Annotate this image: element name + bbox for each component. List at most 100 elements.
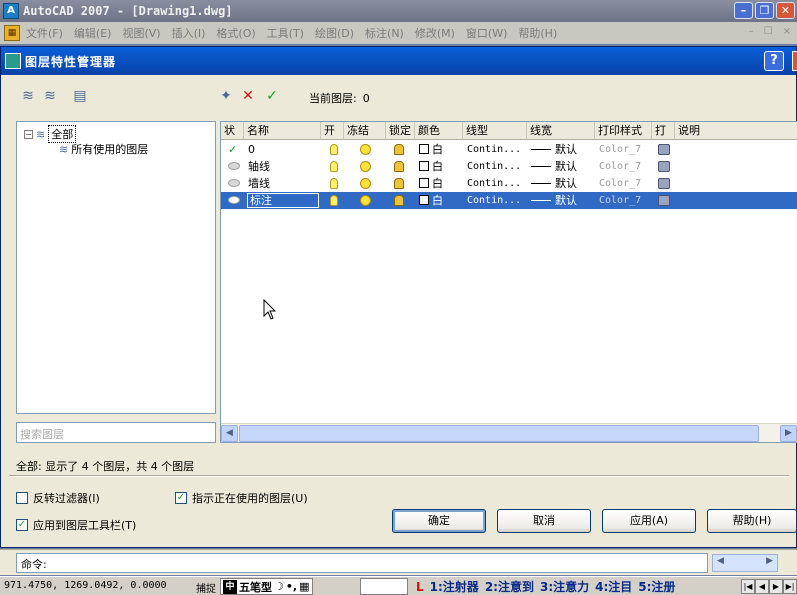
layer-list[interactable]: 状 名称 开 冻结 锁定 颜色 线型 线宽 打印样式 打 说明 ✓ 0 白 Co… bbox=[220, 121, 797, 443]
unlock-icon[interactable] bbox=[394, 195, 404, 206]
checkbox-checked-icon[interactable]: ✓ bbox=[16, 519, 28, 531]
lightbulb-on-icon[interactable] bbox=[330, 161, 338, 172]
dialog-close-button[interactable] bbox=[792, 51, 797, 71]
lightbulb-on-icon[interactable] bbox=[330, 178, 338, 189]
layer-name[interactable]: 轴线 bbox=[245, 158, 270, 175]
col-on[interactable]: 开 bbox=[321, 122, 344, 140]
col-plot-style[interactable]: 打印样式 bbox=[595, 122, 652, 140]
menu-insert[interactable]: 插入(I) bbox=[172, 25, 206, 41]
col-name[interactable]: 名称 bbox=[244, 122, 321, 140]
tree-node-used-layers[interactable]: ≋ 所有使用的图层 bbox=[59, 141, 148, 157]
layer-states-manager-icon[interactable]: ▤ bbox=[71, 87, 89, 105]
menu-view[interactable]: 视图(V) bbox=[122, 25, 160, 41]
layer-name-edit-input[interactable]: 标注 bbox=[247, 193, 319, 208]
help-button[interactable]: 帮助(H) bbox=[707, 509, 797, 533]
doc-restore-button[interactable]: ☐ bbox=[764, 26, 773, 37]
checkbox-checked-icon[interactable]: ✓ bbox=[175, 492, 187, 504]
col-linetype[interactable]: 线型 bbox=[463, 122, 527, 140]
ime-switch-icon[interactable]: 中 bbox=[223, 579, 237, 594]
command-scroll[interactable]: ◀ ▶ bbox=[712, 554, 778, 572]
tree-collapse-icon[interactable]: − bbox=[24, 129, 33, 139]
layer-lineweight-cell[interactable]: 默认 bbox=[528, 175, 577, 192]
close-button[interactable]: ✕ bbox=[776, 2, 795, 19]
layer-linetype[interactable]: Contin... bbox=[464, 158, 521, 175]
filter-tree-panel[interactable]: − ≋ 全部 ≋ 所有使用的图层 bbox=[16, 121, 216, 414]
ime-moon-icon[interactable]: ☽ bbox=[274, 580, 284, 593]
layer-row-selected[interactable]: 标注 白 Contin... 默认 Color_7 bbox=[221, 192, 797, 209]
col-lock[interactable]: 锁定 bbox=[386, 122, 415, 140]
col-status[interactable]: 状 bbox=[221, 122, 244, 140]
layer-name[interactable]: 0 bbox=[245, 141, 255, 158]
lightbulb-on-icon[interactable] bbox=[330, 144, 338, 155]
menu-draw[interactable]: 绘图(D) bbox=[315, 25, 354, 41]
indicate-used-checkbox[interactable]: ✓ 指示正在使用的图层(U) bbox=[175, 490, 308, 506]
menu-edit[interactable]: 编辑(E) bbox=[74, 25, 112, 41]
col-lineweight[interactable]: 线宽 bbox=[527, 122, 595, 140]
dialog-help-button[interactable]: ? bbox=[764, 51, 784, 71]
scroll-left-button[interactable]: ◀ bbox=[221, 425, 238, 442]
ime-candidate[interactable]: 2:注意到 bbox=[485, 578, 534, 595]
menu-window[interactable]: 窗口(W) bbox=[466, 25, 507, 41]
menu-format[interactable]: 格式(O) bbox=[216, 25, 255, 41]
set-current-icon[interactable]: ✓ bbox=[263, 87, 281, 105]
menu-modify[interactable]: 修改(M) bbox=[415, 25, 455, 41]
layer-row[interactable]: 墙线 白 Contin... 默认 Color_7 bbox=[221, 175, 797, 192]
menu-file[interactable]: 文件(F) bbox=[26, 25, 63, 41]
scroll-right-button[interactable]: ▶ bbox=[780, 425, 797, 442]
layer-linetype[interactable]: Contin... bbox=[464, 141, 521, 158]
layer-linetype[interactable]: Contin... bbox=[464, 192, 521, 209]
layer-search-input[interactable]: 搜索图层 bbox=[16, 422, 216, 443]
col-color[interactable]: 颜色 bbox=[415, 122, 463, 140]
command-input[interactable]: 命令: bbox=[16, 553, 708, 573]
nav-last-icon[interactable]: ▶| bbox=[783, 579, 797, 594]
minimize-button[interactable]: – bbox=[734, 2, 753, 19]
layer-lineweight-cell[interactable]: 默认 bbox=[528, 158, 577, 175]
printer-icon[interactable] bbox=[658, 161, 670, 172]
command-scroll-right-icon[interactable]: ▶ bbox=[766, 556, 773, 566]
ime-toolbar[interactable]: 中 五笔型 ☽ •, ▦ bbox=[220, 578, 313, 595]
doc-close-button[interactable]: × bbox=[783, 26, 791, 37]
layer-name[interactable]: 墙线 bbox=[245, 175, 270, 192]
delete-layer-icon[interactable]: ✕ bbox=[239, 87, 257, 105]
col-description[interactable]: 说明 bbox=[675, 122, 797, 140]
layer-row[interactable]: ✓ 0 白 Contin... 默认 Color_7 bbox=[221, 141, 797, 158]
layer-row[interactable]: 轴线 白 Contin... 默认 Color_7 bbox=[221, 158, 797, 175]
col-plot[interactable]: 打 bbox=[652, 122, 675, 140]
lightbulb-on-icon[interactable] bbox=[330, 195, 338, 206]
nav-first-icon[interactable]: |◀ bbox=[741, 579, 755, 594]
menu-help[interactable]: 帮助(H) bbox=[518, 25, 557, 41]
restore-button[interactable]: ❐ bbox=[755, 2, 774, 19]
printer-icon[interactable] bbox=[658, 195, 670, 206]
layer-color-cell[interactable]: 白 bbox=[416, 192, 443, 209]
thaw-sun-icon[interactable] bbox=[360, 161, 371, 172]
thaw-sun-icon[interactable] bbox=[360, 195, 371, 206]
nav-next-icon[interactable]: ▶ bbox=[769, 579, 783, 594]
printer-icon[interactable] bbox=[658, 178, 670, 189]
new-layer-icon[interactable]: ✦ bbox=[217, 87, 235, 105]
ime-candidate[interactable]: 1:注射器 bbox=[430, 578, 479, 595]
layer-lineweight-cell[interactable]: 默认 bbox=[528, 192, 577, 209]
new-property-filter-icon[interactable]: ≋ bbox=[19, 87, 37, 105]
invert-filter-checkbox[interactable]: 反转过滤器(I) bbox=[16, 490, 100, 506]
ime-mode-label[interactable]: 五笔型 bbox=[239, 579, 272, 595]
unlock-icon[interactable] bbox=[394, 178, 404, 189]
doc-minimize-button[interactable]: – bbox=[749, 26, 754, 37]
thaw-sun-icon[interactable] bbox=[360, 144, 371, 155]
ime-keyboard-icon[interactable]: ▦ bbox=[299, 580, 309, 593]
menu-tools[interactable]: 工具(T) bbox=[267, 25, 304, 41]
ime-candidate[interactable]: 4:注目 bbox=[595, 578, 632, 595]
apply-button[interactable]: 应用(A) bbox=[602, 509, 696, 533]
ime-candidate[interactable]: 5:注册 bbox=[638, 578, 675, 595]
scroll-thumb[interactable] bbox=[239, 425, 759, 442]
unlock-icon[interactable] bbox=[394, 161, 404, 172]
menu-dimension[interactable]: 标注(N) bbox=[365, 25, 404, 41]
layer-lineweight-cell[interactable]: 默认 bbox=[528, 141, 577, 158]
unlock-icon[interactable] bbox=[394, 144, 404, 155]
apply-to-toolbar-checkbox[interactable]: ✓ 应用到图层工具栏(T) bbox=[16, 517, 136, 533]
col-freeze[interactable]: 冻结 bbox=[344, 122, 386, 140]
ok-button[interactable]: 确定 bbox=[392, 509, 486, 533]
thaw-sun-icon[interactable] bbox=[360, 178, 371, 189]
ime-punct-icon[interactable]: •, bbox=[286, 580, 297, 593]
printer-icon[interactable] bbox=[658, 144, 670, 155]
ime-candidate[interactable]: 3:注意力 bbox=[540, 578, 589, 595]
